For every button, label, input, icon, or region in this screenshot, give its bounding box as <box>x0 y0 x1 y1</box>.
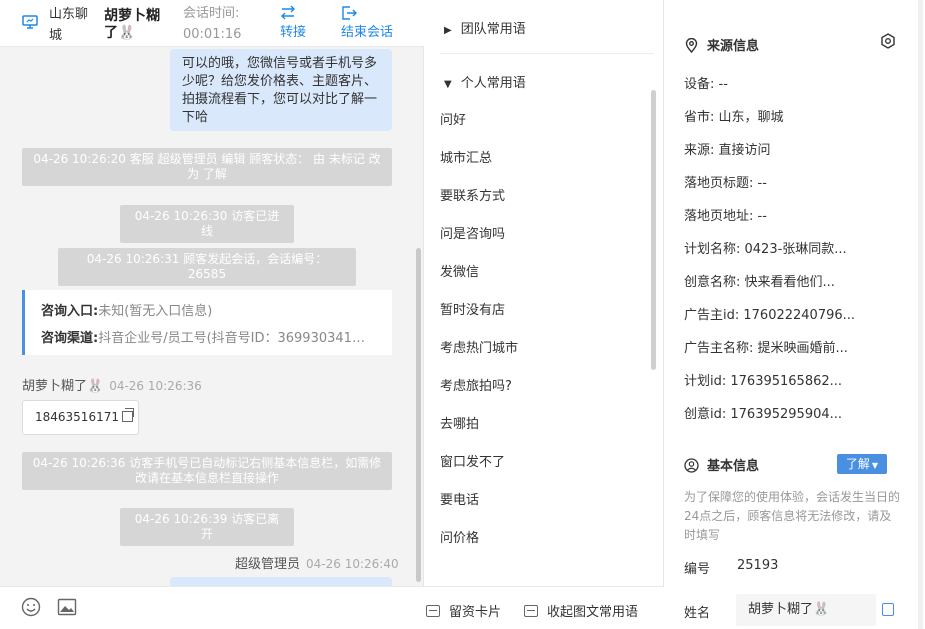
end-session-label: 结束会话 <box>341 25 394 40</box>
phrase-item[interactable]: 窗口发不了 <box>440 451 505 470</box>
creative-name-row: 创意名称: 快来看看他们... <box>684 275 835 290</box>
source-info-title-text: 来源信息 <box>707 39 760 54</box>
number-label: 编号 <box>684 562 711 577</box>
lead-card-label: 留资卡片 <box>449 605 502 620</box>
visitor-location: 山东聊城 <box>49 7 89 43</box>
location-pin-icon <box>685 38 698 53</box>
channel-label: 咨询渠道: <box>41 331 99 346</box>
session-time-label: 会话时间: <box>183 6 240 21</box>
chat-toolbar <box>0 586 424 629</box>
phrases-scrollbar[interactable] <box>651 90 656 370</box>
device-row: 设备: -- <box>684 77 728 92</box>
phone-number: 18463516171 <box>35 410 119 424</box>
phrase-item[interactable]: 问是咨询吗 <box>440 223 505 242</box>
name-input[interactable]: 胡萝卜糊了🐰 <box>736 594 876 626</box>
system-message: 04-26 10:26:20 客服 超级管理员 编辑 顾客状态： 由 未标记 改… <box>22 148 392 186</box>
chat-header: 山东聊城 胡萝卜糊了🐰 会话时间: 00:01:16 转接 结束会话 <box>0 0 424 47</box>
chat-panel: 山东聊城 胡萝卜糊了🐰 会话时间: 00:01:16 转接 结束会话 可以的哦，… <box>0 0 424 629</box>
system-message: 04-26 10:26:30 访客已进线 <box>120 205 294 243</box>
advertiser-id-row: 广告主id: 176022240796... <box>684 308 856 323</box>
transfer-icon <box>281 5 295 20</box>
personal-phrases-group[interactable]: ▼ 个人常用语 <box>444 72 526 91</box>
app-window: 山东聊城 胡萝卜糊了🐰 会话时间: 00:01:16 转接 结束会话 可以的哦，… <box>0 0 925 629</box>
chat-scrollbar[interactable] <box>416 248 421 582</box>
end-session-button[interactable]: 结束会话 <box>341 4 393 43</box>
customer-status-dropdown[interactable]: 了解 ▼ <box>837 454 887 474</box>
phrase-item[interactable]: 问价格 <box>440 527 479 546</box>
system-message: 04-26 10:26:39 访客已离开 <box>120 508 294 546</box>
creative-id-row: 创意id: 176395295904... <box>684 407 843 422</box>
caret-down-icon: ▼ <box>444 79 452 90</box>
phrase-item[interactable]: 城市汇总 <box>440 147 492 166</box>
chat-messages: 可以的哦，您微信号或者手机号多少呢？给您发价格表、主题客片、拍摄流程看下，您可以… <box>0 47 424 586</box>
settings-icon[interactable] <box>880 33 896 49</box>
collapse-icon <box>524 605 538 617</box>
copy-icon[interactable] <box>121 408 134 422</box>
consult-info-card: 咨询入口:未知(暂无入口信息) 咨询渠道:抖音企业号/员工号(抖音号ID：369… <box>22 290 392 355</box>
collapse-phrases-button[interactable]: 收起图文常用语 <box>524 601 638 620</box>
phrase-item[interactable]: 去哪拍 <box>440 413 479 432</box>
agent-message-time: 04-26 10:26:40 <box>306 557 399 571</box>
agent-sender-name: 超级管理员 <box>235 557 301 572</box>
transfer-label: 转接 <box>280 25 307 40</box>
entry-value: 未知(暂无入口信息) <box>98 304 213 319</box>
system-message: 04-26 10:26:31 顾客发起会话，会话编号：26585 <box>58 248 356 286</box>
visitor-message-time: 04-26 10:26:36 <box>109 379 202 393</box>
agent-sender: 超级管理员 04-26 10:26:40 <box>235 553 399 572</box>
phrase-item[interactable]: 问好 <box>440 109 466 128</box>
plan-id-row: 计划id: 176395165862... <box>684 374 843 389</box>
basic-info-title: 基本信息 <box>684 455 759 474</box>
image-icon[interactable] <box>57 597 77 617</box>
phrases-footer: 留资卡片 收起图文常用语 <box>424 586 664 629</box>
transfer-button[interactable]: 转接 <box>280 4 306 43</box>
team-phrases-group[interactable]: ▶ 团队常用语 <box>444 18 526 37</box>
customer-name: 胡萝卜糊了🐰 <box>104 8 160 41</box>
lead-card-button[interactable]: 留资卡片 <box>426 601 501 620</box>
landing-url-row: 落地页地址: -- <box>684 209 767 224</box>
source-info-title: 来源信息 <box>684 35 759 54</box>
emoji-icon[interactable] <box>21 597 41 617</box>
agent-message-partial <box>170 577 392 586</box>
basic-info-note: 为了保障您的使用体验，会话发生当日的24点之后，顾客信息将无法修改，请及时填写 <box>684 490 901 542</box>
phrase-item[interactable]: 发微信 <box>440 261 479 280</box>
advertiser-name-row: 广告主名称: 提米映画婚前... <box>684 341 848 356</box>
entry-label: 咨询入口: <box>41 304 99 319</box>
source-row: 来源: 直接访问 <box>684 143 771 158</box>
number-value: 25193 <box>737 558 779 573</box>
monitor-icon <box>22 15 38 29</box>
session-time-value: 00:01:16 <box>183 27 242 42</box>
province-city-row: 省市: 山东，聊城 <box>684 110 784 125</box>
phrase-item[interactable]: 考虑热门城市 <box>440 337 518 356</box>
team-phrases-label: 团队常用语 <box>460 22 526 37</box>
system-message: 04-26 10:26:36 访客手机号已自动标记右侧基本信息栏，如需修改请在基… <box>22 452 392 490</box>
phrases-panel: ▶ 团队常用语 ▼ 个人常用语 问好 城市汇总 要联系方式 问是咨询吗 发微信 暂时… <box>424 0 664 629</box>
visitor-sender: 胡萝卜糊了🐰 04-26 10:26:36 <box>22 375 202 394</box>
logout-icon <box>342 6 357 20</box>
phrase-item[interactable]: 要电话 <box>440 489 479 508</box>
status-tag-label: 了解 <box>845 457 870 471</box>
phone-message[interactable]: 18463516171 <box>22 400 139 435</box>
name-label: 姓名 <box>684 606 711 621</box>
plan-name-row: 计划名称: 0423-张琳同款... <box>684 242 847 257</box>
phrase-item[interactable]: 考虑旅拍吗? <box>440 375 512 394</box>
copy-name-icon[interactable] <box>882 603 894 616</box>
customer-info-panel: 来源信息 设备: -- 省市: 山东，聊城 来源: 直接访问 落地页标题: --… <box>664 0 925 629</box>
info-scrollbar[interactable] <box>918 0 923 629</box>
basic-info-title-text: 基本信息 <box>707 459 760 474</box>
phrase-item[interactable]: 要联系方式 <box>440 185 505 204</box>
divider <box>440 53 654 54</box>
user-icon <box>684 458 699 473</box>
personal-phrases-label: 个人常用语 <box>460 76 526 91</box>
caret-down-icon: ▼ <box>871 461 879 470</box>
collapse-phrases-label: 收起图文常用语 <box>547 605 639 620</box>
phrase-item[interactable]: 暂时没有店 <box>440 299 505 318</box>
caret-right-icon: ▶ <box>444 25 452 36</box>
channel-value: 抖音企业号/员工号(抖音号ID：369930341… <box>98 331 365 346</box>
visitor-sender-name: 胡萝卜糊了🐰 <box>22 379 104 394</box>
agent-message: 可以的哦，您微信号或者手机号多少呢？给您发价格表、主题客片、拍摄流程看下，您可以… <box>170 49 392 131</box>
card-icon <box>426 605 440 617</box>
landing-title-row: 落地页标题: -- <box>684 176 767 191</box>
